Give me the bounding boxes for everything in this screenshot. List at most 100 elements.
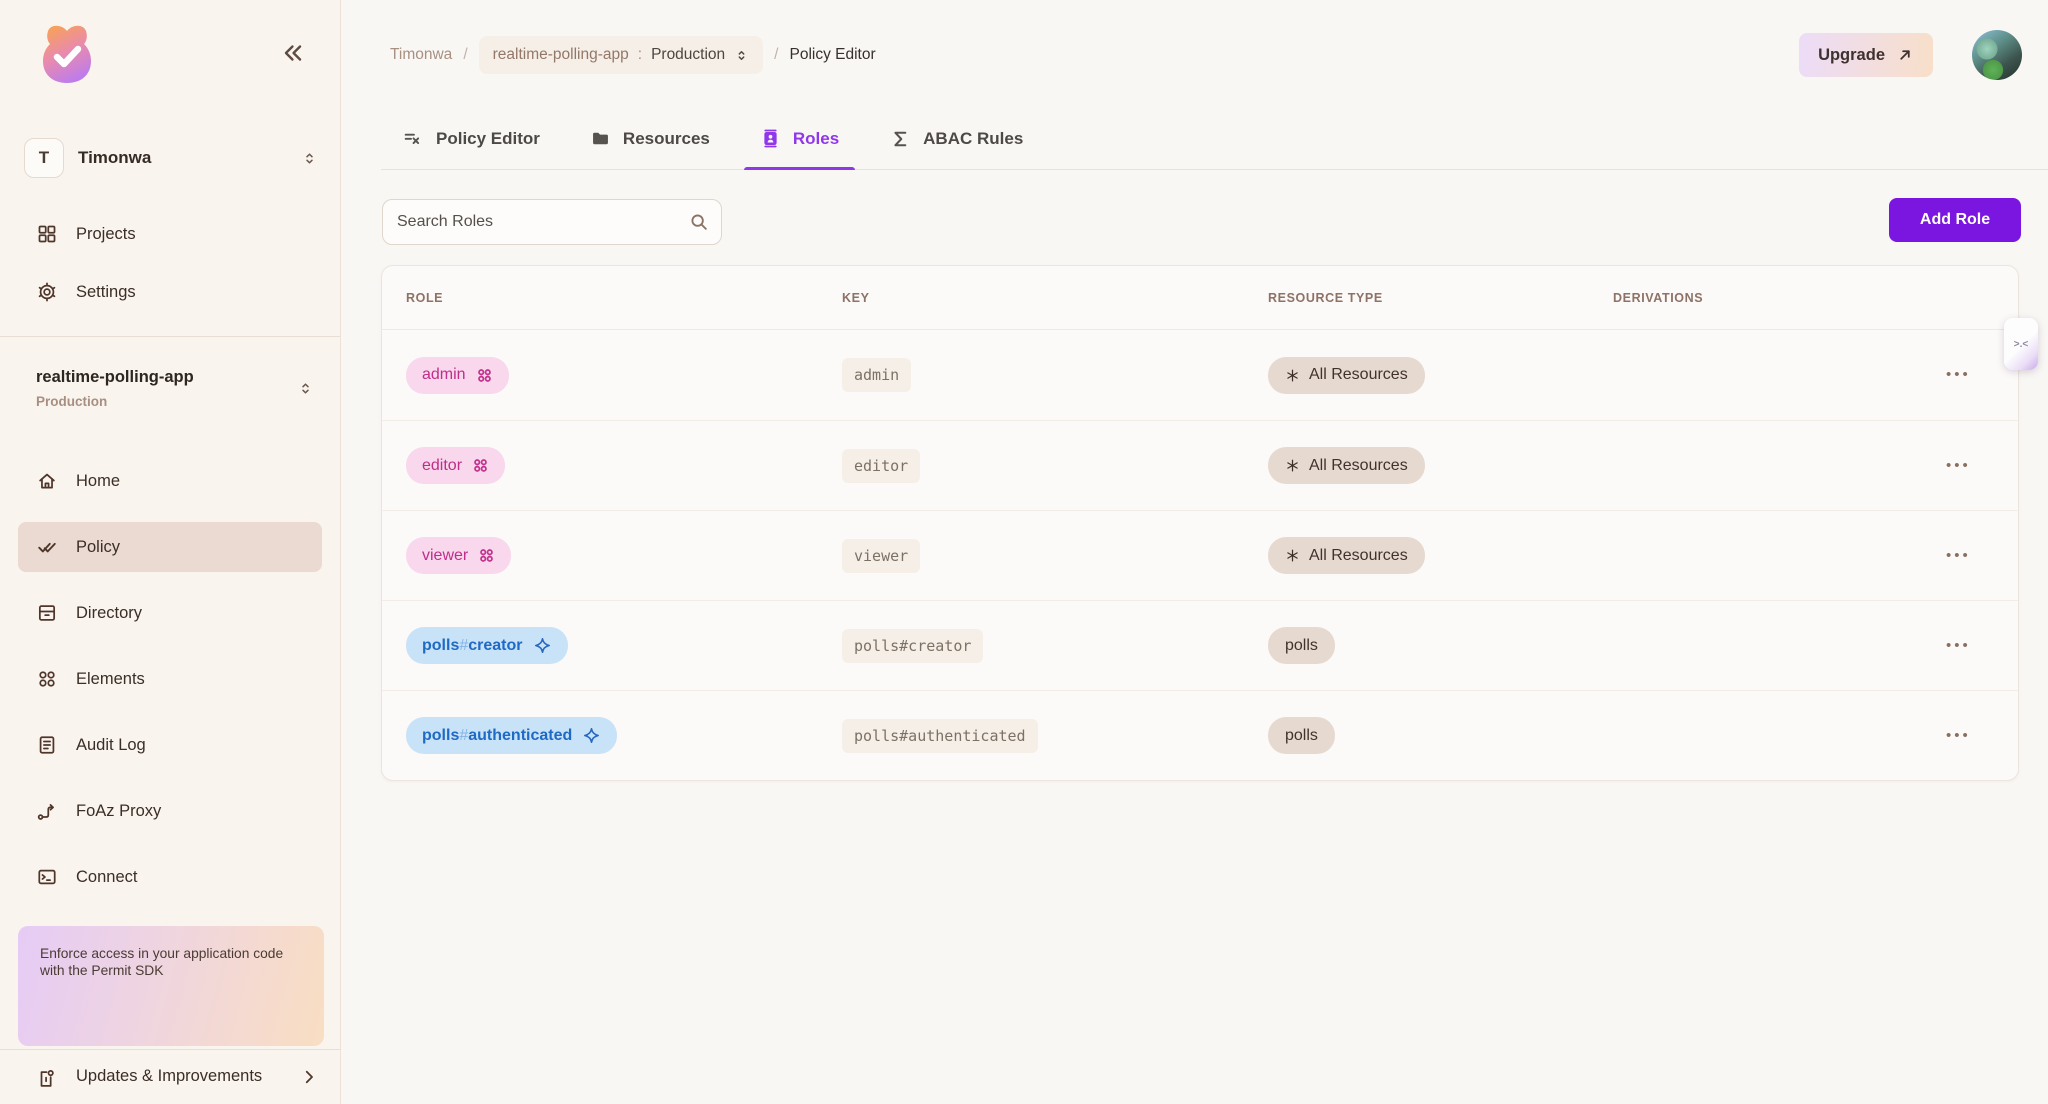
search-roles-input[interactable]: [382, 199, 722, 245]
permit-logo-icon: [34, 22, 100, 86]
tab-roles[interactable]: Roles: [758, 108, 841, 169]
upgrade-button[interactable]: Upgrade: [1799, 33, 1933, 77]
resource-type-badge: All Resources: [1268, 357, 1425, 394]
breadcrumb-environment: Production: [651, 46, 725, 64]
chevron-updown-icon: [297, 380, 314, 397]
roles-table-header: ROLEKEYRESOURCE TYPEDERIVATIONS: [382, 266, 2018, 330]
project-environment: Production: [36, 394, 318, 409]
role-badge-label: polls#creator: [422, 637, 523, 655]
policy-tabbar: Policy Editor Resources Roles ABAC Rules: [381, 108, 2048, 170]
sidebar-item-label: Directory: [76, 604, 142, 623]
sidebar-nav: Home Policy Directory Elements Audit Log FoAz…: [0, 456, 340, 918]
add-role-button[interactable]: Add Role: [1889, 198, 2021, 242]
breadcrumb-colon: :: [638, 46, 642, 64]
column-header: RESOURCE TYPE: [1244, 291, 1589, 305]
sidebar-item-policy[interactable]: Policy: [18, 522, 322, 572]
roles-badge-icon: [472, 457, 489, 474]
upgrade-label: Upgrade: [1818, 46, 1885, 65]
resource-type-label: polls: [1285, 727, 1318, 745]
double-check-icon: [36, 536, 58, 558]
role-key: editor: [842, 449, 920, 483]
tab-abac-rules[interactable]: ABAC Rules: [887, 108, 1025, 169]
sidebar-item-label: Audit Log: [76, 736, 146, 755]
megaphone-icon: [36, 1068, 58, 1090]
row-menu-button[interactable]: •••: [1946, 457, 1971, 474]
role-badge[interactable]: editor: [406, 447, 505, 484]
role-key: polls#authenticated: [842, 719, 1038, 753]
sidebar-collapse-icon[interactable]: [280, 40, 306, 66]
tab-label: ABAC Rules: [923, 129, 1023, 149]
column-header: ROLE: [382, 291, 818, 305]
sidebar-divider: [0, 336, 340, 337]
sdk-promo-banner[interactable]: Enforce access in your application code …: [18, 926, 324, 1046]
role-badge[interactable]: viewer: [406, 537, 511, 574]
sidebar-item-label: Home: [76, 472, 120, 491]
roles-table-body: admin admin All Resources ••• editor editor Al…: [382, 330, 2018, 780]
breadcrumb: Timonwa / realtime-polling-app : Product…: [390, 30, 876, 80]
sidebar-item-connect[interactable]: Connect: [18, 852, 322, 902]
sidebar-item-label: Elements: [76, 670, 145, 689]
table-row: polls#creatorpolls#creatorpolls•••: [382, 600, 2018, 690]
breadcrumb-org[interactable]: Timonwa: [390, 46, 452, 64]
column-header: KEY: [818, 291, 1244, 305]
user-avatar[interactable]: [1972, 30, 2022, 80]
sidebar-item-home[interactable]: Home: [18, 456, 322, 506]
role-name-part: authenticated: [468, 727, 572, 745]
sidebar-item-label: Settings: [76, 283, 136, 302]
breadcrumb-project-env-selector[interactable]: realtime-polling-app : Production: [479, 36, 764, 74]
role-badge[interactable]: polls#authenticated: [406, 717, 617, 754]
sidebar-item-directory[interactable]: Directory: [18, 588, 322, 638]
sidebar-item-audit-log[interactable]: Audit Log: [18, 720, 322, 770]
feedback-widget[interactable]: >.<: [2004, 318, 2038, 370]
role-badge[interactable]: polls#creator: [406, 627, 568, 664]
main-content: Timonwa / realtime-polling-app : Product…: [341, 0, 2048, 1104]
workspace-switcher[interactable]: T Timonwa: [24, 138, 318, 178]
chevron-updown-icon: [301, 150, 318, 167]
sidebar-item-projects[interactable]: Projects: [0, 205, 340, 263]
sidebar-item-label: Policy: [76, 538, 120, 557]
sparkle-icon: [533, 636, 552, 655]
asterisk-icon: [1285, 548, 1300, 563]
role-hash: #: [459, 727, 468, 745]
row-menu-button[interactable]: •••: [1946, 547, 1971, 564]
updates-improvements-link[interactable]: Updates & Improvements: [36, 1066, 318, 1090]
resource-type-badge: polls: [1268, 627, 1335, 664]
gear-icon: [36, 281, 58, 303]
role-key: admin: [842, 358, 911, 392]
role-badge-label: admin: [422, 366, 466, 384]
project-switcher[interactable]: realtime-polling-app Production: [36, 368, 318, 409]
table-row: viewerviewerAll Resources•••: [382, 510, 2018, 600]
role-badge[interactable]: admin: [406, 357, 509, 394]
sidebar-top-menu: Projects Settings: [0, 205, 340, 321]
asterisk-icon: [1285, 368, 1300, 383]
tab-label: Roles: [793, 129, 839, 149]
chevron-updown-icon: [734, 48, 749, 63]
breadcrumb-separator: /: [463, 46, 467, 64]
audit-log-icon: [36, 734, 58, 756]
route-icon: [36, 800, 58, 822]
table-row: polls#authenticatedpolls#authenticatedpo…: [382, 690, 2018, 780]
sidebar-item-elements[interactable]: Elements: [18, 654, 322, 704]
resource-type-label: All Resources: [1309, 547, 1408, 565]
row-menu-button[interactable]: •••: [1946, 727, 1971, 744]
tab-policy-editor[interactable]: Policy Editor: [400, 108, 542, 169]
role-resource-part: polls: [422, 727, 459, 745]
sidebar: T Timonwa Projects Settings realtime-poll…: [0, 0, 341, 1104]
table-row: admin admin All Resources •••: [382, 330, 2018, 420]
resource-type-label: polls: [1285, 637, 1318, 655]
breadcrumb-separator: /: [774, 46, 778, 64]
tab-resources[interactable]: Resources: [588, 108, 712, 169]
sidebar-item-settings[interactable]: Settings: [0, 263, 340, 321]
terminal-icon: [36, 866, 58, 888]
sidebar-item-label: Connect: [76, 868, 137, 887]
row-menu-button[interactable]: •••: [1946, 366, 1971, 383]
arrow-up-right-icon: [1896, 46, 1914, 64]
role-badge-label: viewer: [422, 547, 468, 565]
row-menu-button[interactable]: •••: [1946, 637, 1971, 654]
sidebar-item-label: Projects: [76, 225, 136, 244]
breadcrumb-project: realtime-polling-app: [493, 46, 629, 64]
roles-badge-icon: [478, 547, 495, 564]
asterisk-icon: [1285, 458, 1300, 473]
sidebar-item-foaz-proxy[interactable]: FoAz Proxy: [18, 786, 322, 836]
role-badge-label: polls#authenticated: [422, 727, 572, 745]
